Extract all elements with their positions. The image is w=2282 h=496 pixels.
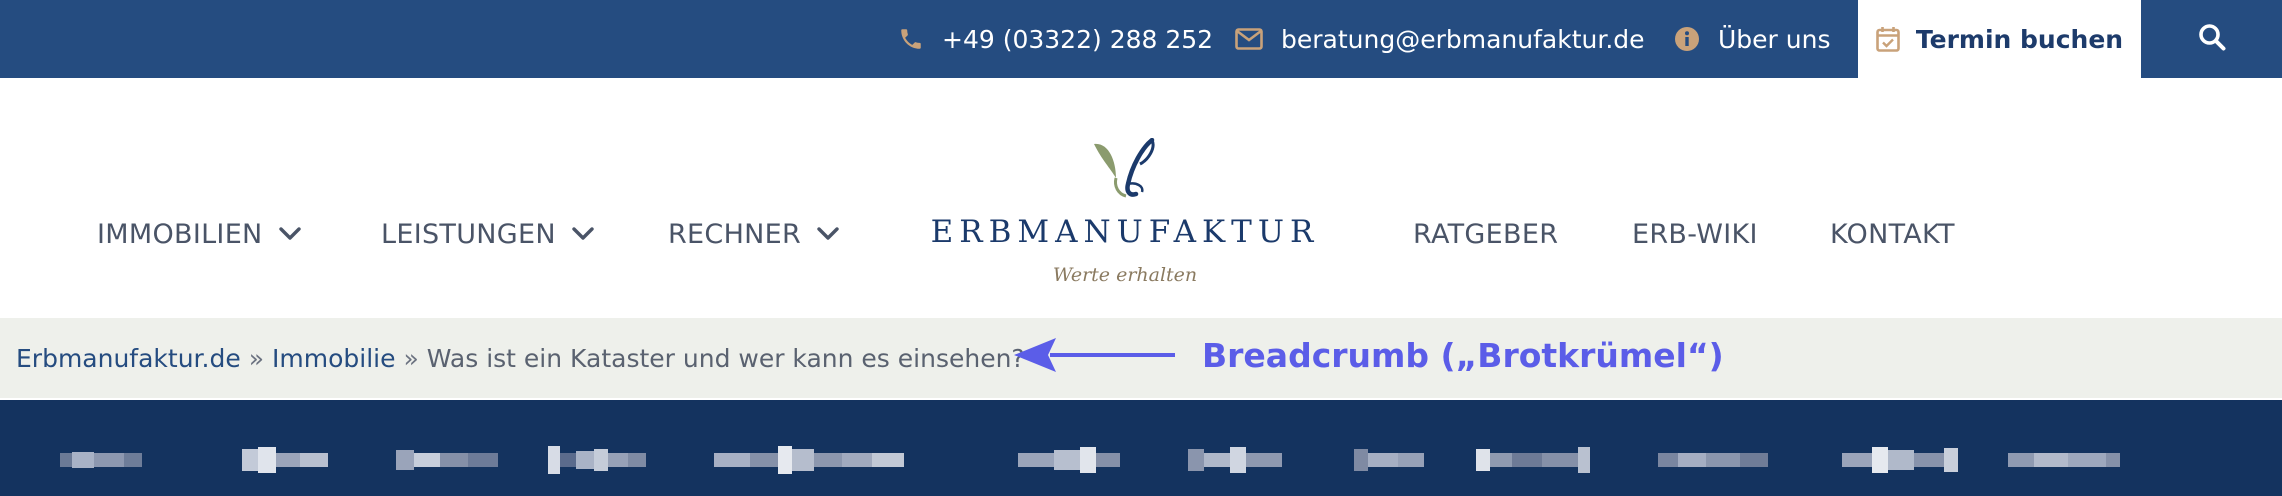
breadcrumb-separator: » xyxy=(248,343,265,373)
blurred-menu-item[interactable] xyxy=(548,444,646,476)
nav-item-immobilien[interactable]: IMMOBILIEN xyxy=(97,214,301,254)
blurred-menu-item[interactable] xyxy=(1188,444,1282,476)
blurred-menu-item[interactable] xyxy=(242,444,328,476)
email-address: beratung@erbmanufaktur.de xyxy=(1281,24,1645,54)
logo-title: ERBMANUFAKTUR xyxy=(930,214,1320,250)
nav-item-rechner[interactable]: RECHNER xyxy=(668,214,839,254)
blurred-menu-item[interactable] xyxy=(1842,444,1958,476)
info-circle-icon xyxy=(1674,26,1700,52)
calendar-check-icon xyxy=(1876,26,1900,52)
blurred-menu-item[interactable] xyxy=(1018,444,1120,476)
nav-item-ratgeber[interactable]: RATGEBER xyxy=(1413,214,1558,254)
annotation-arrow-icon xyxy=(1014,338,1175,372)
breadcrumb-home-link[interactable]: Erbmanufaktur.de xyxy=(16,344,241,373)
blurred-menu-item[interactable] xyxy=(1476,444,1590,476)
chevron-down-icon xyxy=(572,227,594,241)
site-logo[interactable]: ERBMANUFAKTUR Werte erhalten xyxy=(930,138,1320,298)
book-appointment-label: Termin buchen xyxy=(1915,24,2124,54)
quill-logo-icon xyxy=(1094,138,1155,198)
logo-tagline: Werte erhalten xyxy=(1052,264,1198,286)
breadcrumb-separator: » xyxy=(403,343,419,373)
phone-number: +49 (03322) 288 252 xyxy=(942,24,1214,54)
phone-icon xyxy=(898,26,924,52)
blurred-menu-item[interactable] xyxy=(2008,444,2120,476)
search-button[interactable] xyxy=(2141,0,2282,78)
annotation-label: Breadcrumb („Brotkrümel“) xyxy=(1202,335,1724,375)
envelope-icon xyxy=(1235,28,1263,50)
blurred-menu-item[interactable] xyxy=(60,444,142,476)
nav-label: RECHNER xyxy=(668,218,802,250)
blurred-menu-item[interactable] xyxy=(396,444,498,476)
email-link[interactable]: beratung@erbmanufaktur.de xyxy=(1235,0,1645,78)
breadcrumb: Erbmanufaktur.de » Immobilie » Was ist e… xyxy=(16,318,1025,398)
breadcrumb-current: Was ist ein Kataster und wer kann es ein… xyxy=(426,343,1025,373)
nav-item-leistungen[interactable]: LEISTUNGEN xyxy=(381,214,594,254)
breadcrumb-section-link[interactable]: Immobilie xyxy=(272,344,395,373)
main-menu-bar-blurred xyxy=(0,400,2282,496)
blurred-menu-item[interactable] xyxy=(1354,444,1424,476)
chevron-down-icon xyxy=(278,227,301,241)
nav-label: KONTAKT xyxy=(1830,218,1955,250)
top-bar: +49 (03322) 288 252 beratung@erbmanufakt… xyxy=(0,0,2282,78)
phone-link[interactable]: +49 (03322) 288 252 xyxy=(898,0,1213,78)
nav-label: RATGEBER xyxy=(1413,218,1559,250)
nav-item-kontakt[interactable]: KONTAKT xyxy=(1830,214,1955,254)
blurred-menu-item[interactable] xyxy=(1658,444,1768,476)
nav-label: ERB-WIKI xyxy=(1632,218,1758,250)
chevron-down-icon xyxy=(817,227,839,241)
blurred-menu-item[interactable] xyxy=(714,444,904,476)
nav-label: IMMOBILIEN xyxy=(97,218,263,250)
about-link[interactable]: Über uns xyxy=(1674,0,1831,78)
nav-item-erb-wiki[interactable]: ERB-WIKI xyxy=(1632,214,1758,254)
search-icon xyxy=(2198,23,2226,55)
book-appointment-button[interactable]: Termin buchen xyxy=(1858,0,2141,78)
about-label: Über uns xyxy=(1718,24,1831,54)
nav-label: LEISTUNGEN xyxy=(381,218,556,250)
